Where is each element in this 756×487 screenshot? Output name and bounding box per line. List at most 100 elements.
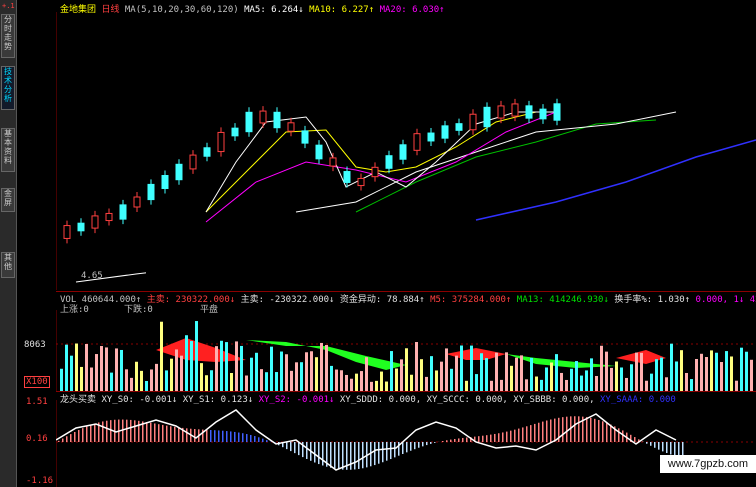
indicator-bar [598,419,600,442]
volume-bar [255,352,258,392]
indicator-bar [530,425,532,442]
volume-bar [600,345,603,392]
indicator-bar [562,417,564,442]
volume-bar [530,357,533,392]
indicator-bar [238,432,240,442]
tab-other[interactable]: 其他 [1,252,15,278]
volume-bar [605,351,608,392]
candle-body [147,183,155,201]
candle-body [189,154,197,170]
volume-chart[interactable] [56,310,756,392]
volume-bar [100,346,103,392]
volume-bar [165,370,168,392]
volume-bar [275,372,278,392]
volume-bar [365,357,368,392]
volume-bar [240,345,243,392]
indicator-bar [546,420,548,442]
volume-bar [410,374,413,392]
indicator-bar [306,442,308,459]
indicator-bar [494,433,496,442]
tab-gold-screen[interactable]: 金屏 [1,188,15,212]
volume-bar [90,367,93,392]
indicator-bar [338,442,340,470]
volume-bar [160,321,163,392]
indicator-bar [126,419,128,442]
indicator-bar [526,426,528,442]
volume-bar [580,375,583,392]
indicator-bar [78,430,80,442]
volume-bar [650,373,653,392]
tail-value: 1↓ 422270 [733,295,756,305]
indicator-bar [358,442,360,469]
volume-bar [320,342,323,392]
indicator-bar [134,420,136,442]
volume-bar [685,372,688,392]
indicator-bar [214,430,216,442]
volume-bar [175,349,178,392]
volume-bar [620,367,623,392]
volume-bar [210,370,213,392]
volume-bar [360,371,363,392]
volume-bar [710,350,713,392]
volume-bar [610,367,613,392]
volume-bar [305,352,308,392]
volume-bar [215,346,218,392]
indicator-bar [70,434,72,442]
volume-bar [245,375,248,392]
volume-bar [715,352,718,392]
indicator-bar [646,442,648,444]
price-chart[interactable]: 4.65 [56,12,756,290]
indicator-bar [158,424,160,442]
volume-bar [695,358,698,392]
volume-bar [745,351,748,392]
candle-body [91,215,99,229]
volume-bar [330,365,333,392]
tab-technical-analysis[interactable]: 技术分析 [1,66,15,110]
indicator-bar [94,423,96,442]
candle-body [553,103,561,121]
indicator-bar [542,421,544,442]
volume-bar [460,345,463,392]
ma120-line [475,139,756,221]
volume-bar [515,357,518,392]
indicator-bar [490,434,492,442]
indicator-bar [662,442,664,452]
volume-bar [310,351,313,392]
candle-body [133,196,141,208]
indicator-bar [394,442,396,458]
indicator-bar [514,429,516,442]
watermark: www.7gpzb.com [659,455,756,473]
indicator-bar [538,422,540,442]
volume-bar [705,357,708,392]
low-price-label: 4.65 [81,271,103,281]
indicator-bar [170,426,172,442]
indicator-bar [102,421,104,442]
volume-bar [315,357,318,392]
indicator-bar [446,440,448,442]
volume-bar [480,353,483,392]
indicator-bar [222,430,224,442]
volume-bar [730,356,733,392]
volume-bar [280,351,283,392]
tab-fundamentals[interactable]: 基本资料 [1,128,15,172]
indicator-bar [574,416,576,442]
indicator-bar [606,422,608,442]
main-buy-value: -230322.000↓ [269,295,335,305]
volume-bar [340,370,343,392]
candle-body [371,166,379,178]
indicator-bar [442,441,444,442]
tab-intraday[interactable]: 分时走势 [1,14,15,58]
volume-bar [545,367,548,392]
indicator-bar [230,431,232,442]
indicator-bar [454,438,456,442]
indicator-bar [254,436,256,442]
indicator-bar [322,442,324,466]
indicator-chart[interactable] [56,400,756,487]
indicator-bar [138,420,140,442]
indicator-bar [166,425,168,442]
indicator-bar [622,430,624,442]
volume-bar [475,374,478,392]
indicator-bar [466,437,468,442]
candle-body [329,157,337,167]
volume-unit-label: X100 [24,376,50,388]
